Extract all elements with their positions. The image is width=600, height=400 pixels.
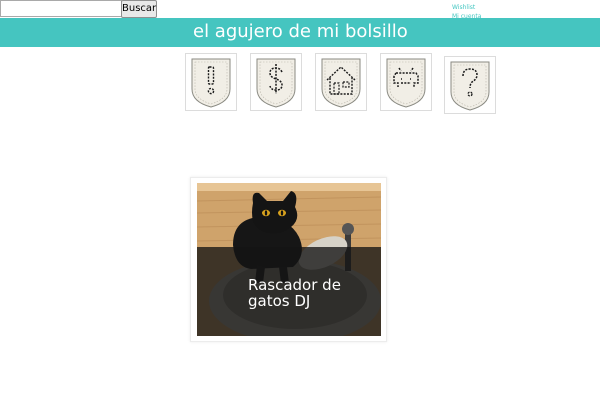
nav-pocket-dollar[interactable] [250, 53, 302, 111]
header-bar: el agujero de mi bolsillo [0, 18, 600, 47]
wishlist-link[interactable]: Wishlist [452, 3, 481, 12]
dollar-icon [256, 58, 296, 108]
search-input[interactable] [0, 0, 122, 17]
product-overlay: Rascador de gatos DJ [197, 247, 381, 336]
question-icon [450, 61, 490, 111]
site-title[interactable]: el agujero de mi bolsillo [193, 21, 408, 43]
nav-pocket-games[interactable] [380, 53, 432, 111]
exclamation-icon [191, 58, 231, 108]
product-image[interactable]: Rascador de gatos DJ [197, 183, 381, 336]
product-title[interactable]: Rascador de gatos DJ [248, 277, 381, 309]
search-button[interactable]: Buscar [121, 0, 157, 18]
nav-pocket-exclamation[interactable] [185, 53, 237, 111]
nav-pocket-home[interactable] [315, 53, 367, 111]
space-invader-icon [386, 58, 426, 108]
home-icon [321, 58, 361, 108]
nav-pocket-question[interactable] [444, 56, 496, 114]
product-card[interactable]: Rascador de gatos DJ [190, 177, 387, 342]
